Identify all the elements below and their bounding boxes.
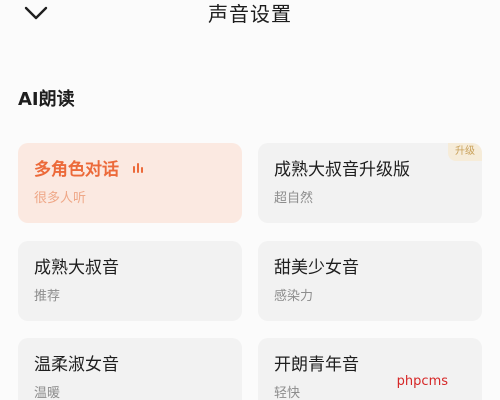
voice-card-subtitle: 感染力 bbox=[274, 289, 314, 304]
voice-card-cheerful-youth[interactable]: 开朗青年音 轻快 bbox=[258, 338, 482, 400]
voice-card-sweet-girl[interactable]: 甜美少女音 感染力 bbox=[258, 241, 482, 321]
voice-card-subtitle: 轻快 bbox=[274, 386, 301, 400]
voice-card-mature-uncle[interactable]: 成熟大叔音 推荐 bbox=[18, 241, 242, 321]
voice-card-subtitle: 超自然 bbox=[274, 191, 314, 206]
voice-card-name: 开朗青年音 bbox=[274, 355, 359, 375]
section-title-ai-reading: AI朗读 bbox=[18, 89, 75, 110]
voice-card-mature-uncle-upgraded[interactable]: 升级 成熟大叔音升级版 超自然 bbox=[258, 143, 482, 223]
upgrade-badge: 升级 bbox=[448, 143, 482, 161]
voice-card-subtitle: 很多人听 bbox=[34, 191, 87, 206]
voice-card-name: 甜美少女音 bbox=[274, 258, 359, 278]
voice-card-subtitle: 温暖 bbox=[34, 386, 61, 400]
page-title: 声音设置 bbox=[208, 2, 292, 26]
watermark: phpcms bbox=[396, 374, 448, 389]
voice-card-name: 成熟大叔音 bbox=[34, 258, 119, 278]
header: 声音设置 bbox=[0, 0, 500, 30]
voice-card-gentle-lady[interactable]: 温柔淑女音 温暖 bbox=[18, 338, 242, 400]
voice-card-name: 多角色对话 bbox=[34, 158, 145, 182]
voice-card-name: 温柔淑女音 bbox=[34, 355, 119, 375]
voice-card-multi-role[interactable]: 多角色对话 很多人听 bbox=[18, 143, 242, 223]
voice-card-subtitle: 推荐 bbox=[34, 289, 61, 304]
voice-card-name: 成熟大叔音升级版 bbox=[274, 160, 410, 180]
sound-settings-page: 声音设置 AI朗读 多角色对话 很多人听 升级 成熟大叔音升级版 超自然 成熟大… bbox=[0, 0, 500, 400]
playing-bars-icon bbox=[132, 163, 145, 173]
